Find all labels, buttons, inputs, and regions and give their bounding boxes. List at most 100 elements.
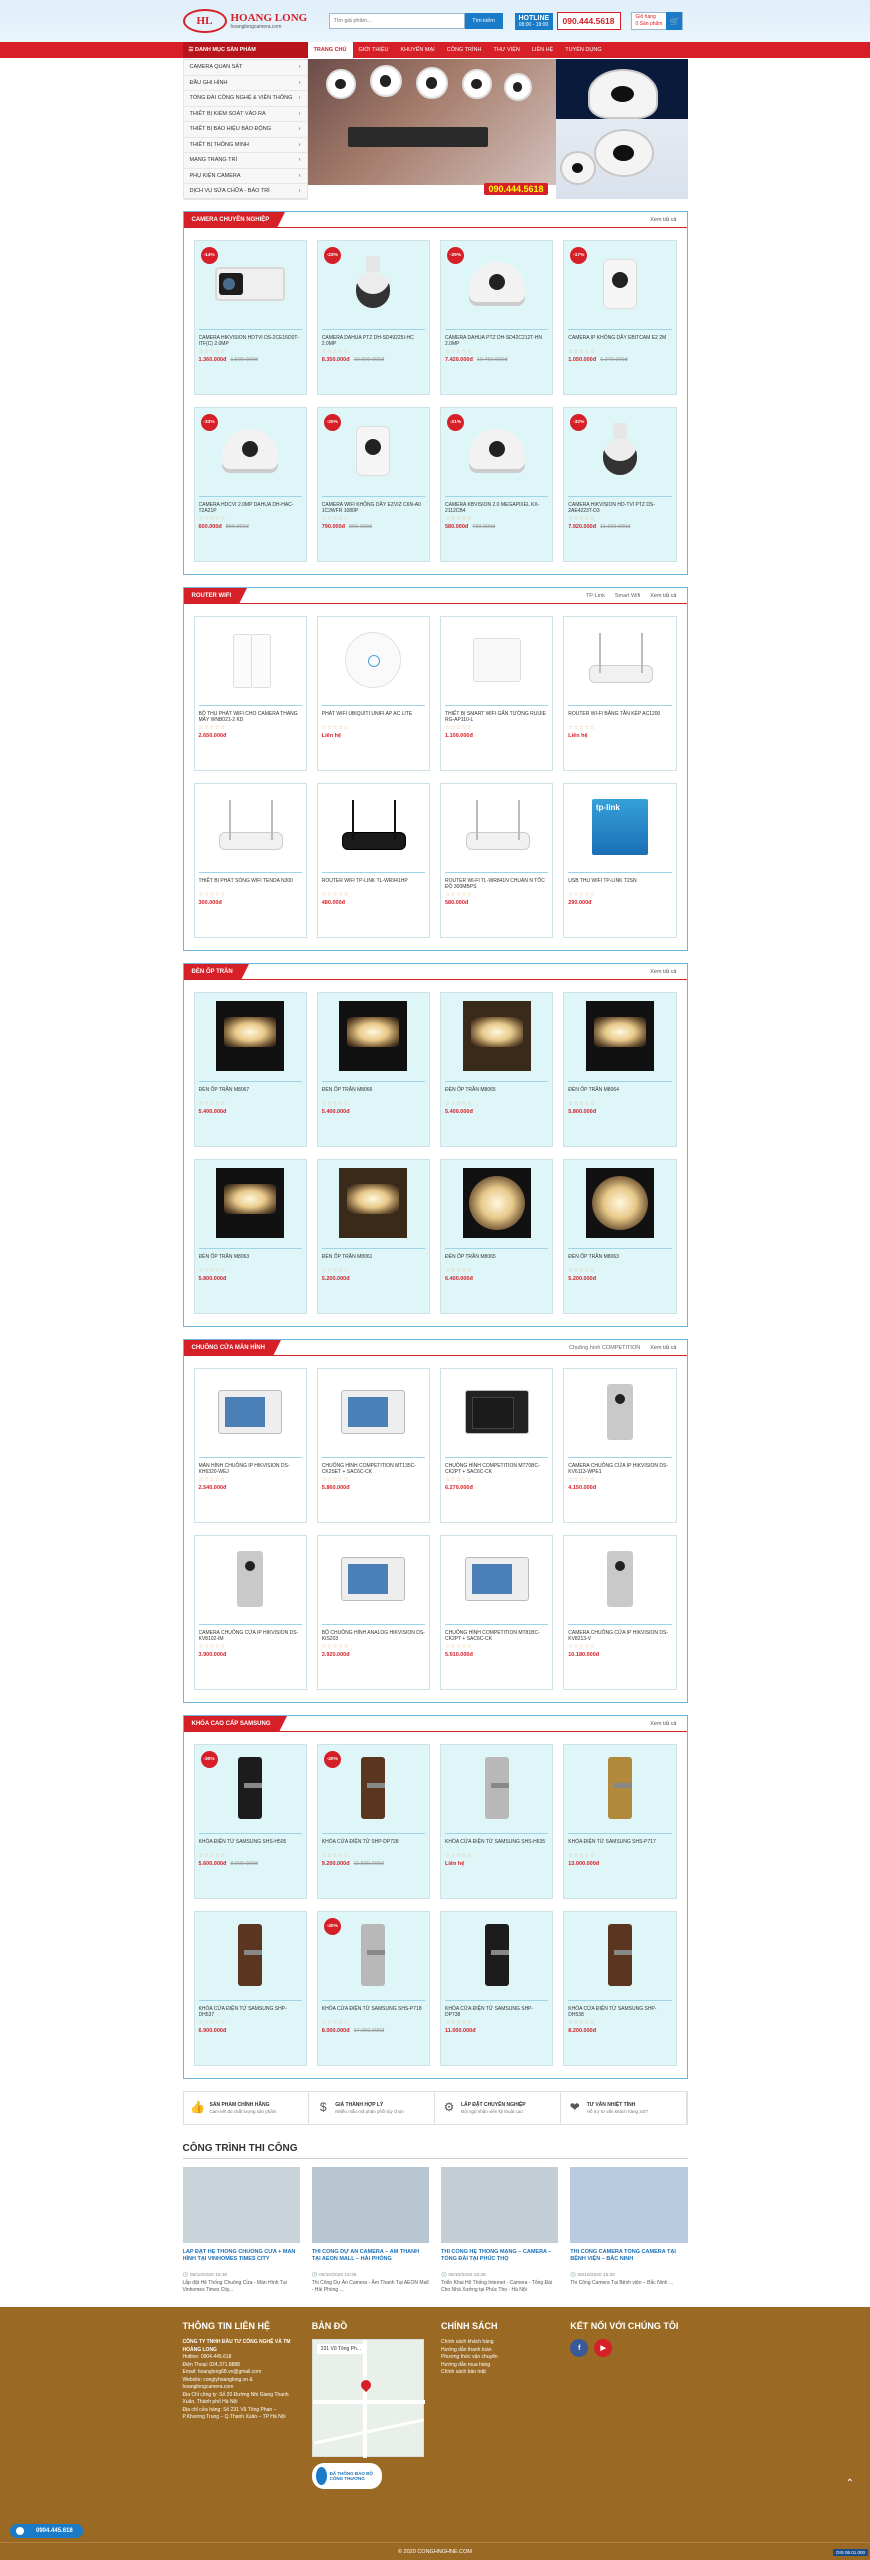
scroll-top-icon[interactable]: ⌃ — [846, 2478, 854, 2489]
product-name[interactable]: MÀN HÌNH CHUÔNG IP HIKVISION DS-KH6320-W… — [198, 1457, 302, 1477]
product-name[interactable]: ĐÈN ỐP TRẦN M8064 — [568, 1081, 672, 1101]
categories-button[interactable]: ☰ DANH MỤC SẢN PHẨM — [182, 42, 308, 58]
product-image[interactable] — [322, 1164, 425, 1242]
hotline-phone[interactable]: 090.444.5618 — [556, 12, 621, 30]
product-card[interactable]: ĐÈN ỐP TRẦN M8067 ☆☆☆☆☆ 5.400.000đ — [193, 992, 307, 1147]
product-name[interactable]: BỘ CHUÔNG HÌNH ANALOG HIKVISION DS-KIS20… — [321, 1624, 425, 1644]
sidebar-item[interactable]: THIẾT BỊ BÁO HIỆU BÁO ĐỘNG › — [183, 122, 307, 138]
product-card[interactable]: -33% CAMERA HDCVI 2.0MP DAHUA DH-HAC-T2A2… — [193, 407, 307, 562]
footer-policy-link[interactable]: Hướng dẫn thanh toán — [441, 2347, 558, 2355]
product-image[interactable] — [445, 1749, 548, 1827]
view-all-link[interactable]: Xem tất cả — [650, 1345, 676, 1351]
product-image[interactable] — [322, 788, 425, 866]
product-name[interactable]: ĐÈN ỐP TRẦN M8061 — [321, 1248, 425, 1268]
product-card[interactable]: USB THU WIFI TP-LINK T2SN☆☆☆☆☆ 290.000đ — [563, 783, 677, 938]
product-card[interactable]: CHUÔNG HÌNH COMPETITION MT81BC-CK2PT + S… — [440, 1535, 554, 1690]
sidebar-item[interactable]: ĐẦU GHI HÌNH › — [183, 76, 307, 91]
section-title[interactable]: ROUTER WIFI — [183, 588, 247, 604]
product-image[interactable] — [568, 1540, 671, 1618]
product-image[interactable] — [445, 621, 548, 699]
product-name[interactable]: CAMERA WIFI KHÔNG DÂY EZVIZ C6N-A0 1C2WF… — [321, 496, 425, 516]
product-name[interactable]: THIẾT BỊ SMART WIFI GẮN TƯỜNG RUIJIE RG-… — [445, 705, 549, 725]
product-card[interactable]: ĐÈN ỐP TRẦN M8063 ☆☆☆☆☆ 5.200.000đ — [563, 1159, 677, 1314]
project-card[interactable]: THI CÔNG DỰ ÁN CAMERA – ÂM THANH TẠI AEO… — [311, 2167, 429, 2293]
product-card[interactable]: ĐÈN ỐP TRẦN M8066 ☆☆☆☆☆ 5.400.000đ — [316, 992, 430, 1147]
product-name[interactable]: ROUTER WIFI TP-LINK TL-WR941HP — [321, 872, 425, 892]
product-image[interactable] — [322, 1540, 425, 1618]
product-card[interactable]: -30% KHÓA ĐIỆN TỬ SAMSUNG SHS-H505 ☆☆☆☆☆ 5.… — [193, 1744, 307, 1899]
product-card[interactable]: KHÓA ĐIỆN TỬ SAMSUNG SHS-P717 ☆☆☆☆☆ 13.000… — [563, 1744, 677, 1899]
product-name[interactable]: PHÁT WIFI UBIQUITI UNIFI AP AC LITE — [321, 705, 425, 725]
sidebar-item[interactable]: PHỤ KIỆN CAMERA › — [183, 169, 307, 184]
footer-policy-link[interactable]: Hướng dẫn mua hàng — [441, 2362, 558, 2370]
sidebar-item[interactable]: THIẾT BỊ THÔNG MINH › — [183, 138, 307, 153]
project-image[interactable] — [570, 2167, 688, 2243]
product-card[interactable]: PHÁT WIFI UBIQUITI UNIFI AP AC LITE ☆☆☆☆☆… — [316, 616, 430, 771]
footer-policy-link[interactable]: Chính sách bảo mật — [441, 2369, 558, 2377]
product-card[interactable]: ĐÈN ỐP TRẦN M8065 ☆☆☆☆☆ 5.400.000đ — [440, 992, 554, 1147]
map-embed[interactable]: 231 Vũ Tông Ph... — [311, 2339, 425, 2458]
product-image[interactable] — [445, 788, 548, 866]
cart-button[interactable]: Giỏ hàng 0 Sản phẩm 🛒 — [630, 12, 684, 30]
floating-call-button[interactable]: 0904.445.618 — [10, 2524, 83, 2538]
product-name[interactable]: THIẾT BỊ PHÁT SÓNG WIFI TENDA N300 — [198, 872, 302, 892]
product-name[interactable]: KHÓA CỬA ĐIỆN TỬ SHP-DP728 — [321, 1833, 425, 1853]
view-all-link[interactable]: Xem tất cả — [650, 969, 676, 975]
product-card[interactable]: BỘ CHUÔNG HÌNH ANALOG HIKVISION DS-KIS20… — [316, 1535, 430, 1690]
product-name[interactable]: CAMERA DAHUA PTZ DH-SD42C212T-HN 2.0MP — [445, 329, 549, 349]
product-image[interactable] — [568, 621, 671, 699]
sidebar-item[interactable]: THIẾT BỊ KIỂM SOÁT VÀO RA › — [183, 107, 307, 122]
product-card[interactable]: -17% CAMERA IP KHÔNG DÂY EBITCAM E2 2M ☆☆☆… — [563, 240, 677, 395]
product-name[interactable]: KHÓA CỬA ĐIỆN TỬ SAMSUNG SHP-DP738 — [445, 2000, 549, 2020]
sidebar-item[interactable]: TỔNG ĐÀI CÔNG NGHỆ & VIỄN THÔNG › — [183, 91, 307, 107]
sidebar-item[interactable]: DỊCH VỤ SỬA CHỮA - BẢO TRÌ › — [183, 184, 307, 200]
search-button[interactable]: Tìm kiếm — [464, 13, 503, 29]
product-name[interactable]: KHÓA ĐIỆN TỬ SAMSUNG SHS-H505 — [198, 1833, 302, 1853]
product-name[interactable]: ĐÈN ỐP TRẦN M8066 — [321, 1081, 425, 1101]
product-card[interactable]: -29% CAMERA DAHUA PTZ DH-SD42C212T-HN 2.0… — [440, 240, 554, 395]
view-all-link[interactable]: Xem tất cả — [650, 217, 676, 223]
product-image[interactable] — [199, 1164, 302, 1242]
project-card[interactable]: THI CÔNG HỆ THỐNG MẠNG – CAMERA – TỔNG Đ… — [441, 2167, 559, 2293]
section-title[interactable]: CHUÔNG CỬA MÀN HÌNH — [183, 1340, 282, 1356]
product-card[interactable]: THIẾT BỊ PHÁT SÓNG WIFI TENDA N300 ☆☆☆☆☆ 3… — [193, 783, 307, 938]
product-card[interactable]: -20% CAMERA WIFI KHÔNG DÂY EZVIZ C6N-A0 1… — [316, 407, 430, 562]
section-title[interactable]: KHÓA CAO CẤP SAMSUNG — [183, 1716, 287, 1732]
product-image[interactable]: -21% — [445, 412, 548, 490]
product-image[interactable]: -40% — [322, 1916, 425, 1994]
product-card[interactable]: KHÓA CỬA ĐIỆN TỬ SAMSUNG SHP-DH537 ☆☆☆☆☆ 6… — [193, 1911, 307, 2066]
product-card[interactable]: CAMERA CHUÔNG CỬA IP HIKVISION DS-KV8102… — [193, 1535, 307, 1690]
sidebar-item[interactable]: CAMERA QUAN SÁT › — [183, 60, 307, 76]
nav-item[interactable]: TUYỂN DỤNG — [559, 42, 607, 58]
product-name[interactable]: ĐÈN ỐP TRẦN M8065 — [445, 1081, 549, 1101]
product-name[interactable]: CAMERA KBVISION 2.0 MEGAPIXEL KX-2112CB4 — [445, 496, 549, 516]
product-card[interactable]: -32% CAMERA HIKVISION HD-TVI PTZ DS-2AE42… — [563, 407, 677, 562]
youtube-icon[interactable]: ▶ — [594, 2339, 613, 2357]
bct-badge[interactable]: ĐÃ THÔNG BÁO BỘ CÔNG THƯƠNG — [311, 2463, 382, 2489]
product-name[interactable]: KHÓA CỬA ĐIỆN TỬ SAMSUNG SHP-DH538 — [568, 2000, 672, 2020]
product-name[interactable]: CAMERA HIKVISION HDTVI DS-2CE16D0T-ITF(C… — [198, 329, 302, 349]
facebook-icon[interactable]: f — [570, 2339, 589, 2357]
product-image[interactable]: -23% — [322, 245, 425, 323]
product-name[interactable]: ĐÈN ỐP TRẦN M8067 — [198, 1081, 302, 1101]
project-card[interactable]: LẮP ĐẶT HỆ THỐNG CHUÔNG CỬA + MÀN HÌNH T… — [182, 2167, 300, 2293]
product-image[interactable]: -32% — [568, 412, 671, 490]
product-image[interactable]: -29% — [445, 245, 548, 323]
product-card[interactable]: ROUTER WI-FI BĂNG TẦN KÉP AC1200 ☆☆☆☆☆ Liê… — [563, 616, 677, 771]
product-image[interactable] — [199, 997, 302, 1075]
product-image[interactable] — [445, 1540, 548, 1618]
product-image[interactable] — [568, 1749, 671, 1827]
product-image[interactable] — [568, 997, 671, 1075]
hero-side-banner[interactable] — [555, 59, 688, 199]
product-name[interactable]: ROUTER WI-FI BĂNG TẦN KÉP AC1200 — [568, 705, 672, 725]
product-image[interactable] — [445, 1916, 548, 1994]
product-card[interactable]: CHUÔNG HÌNH COMPETITION MT135C-CK2SET + … — [316, 1368, 430, 1523]
project-card[interactable]: THI CÔNG CAMERA TỔNG CAMERA TẠI BỆNH VIỆ… — [570, 2167, 688, 2293]
product-name[interactable]: CAMERA DAHUA PTZ DH-SD49225I-HC 2.0MP — [321, 329, 425, 349]
product-image[interactable] — [322, 997, 425, 1075]
product-image[interactable] — [445, 997, 548, 1075]
view-all-link[interactable]: Xem tất cả — [650, 593, 676, 599]
section-filter-link[interactable]: Chuông hình COMPETITION — [569, 1345, 640, 1351]
product-card[interactable]: -23% CAMERA DAHUA PTZ DH-SD49225I-HC 2.0M… — [316, 240, 430, 395]
product-image[interactable] — [568, 1373, 671, 1451]
